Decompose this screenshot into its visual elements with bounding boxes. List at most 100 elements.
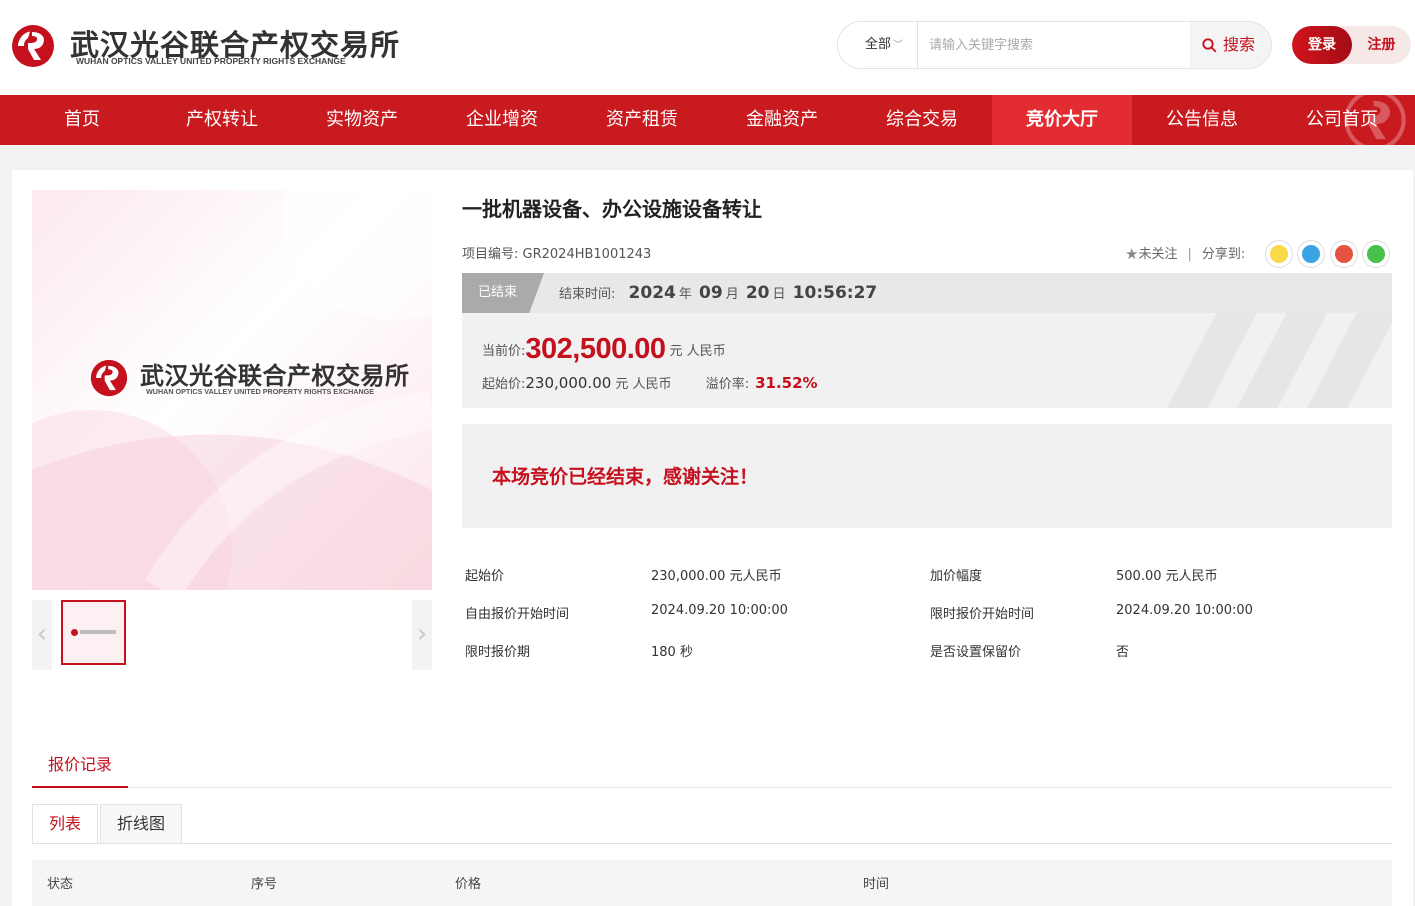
spec-value: 500.00 元人民币	[1116, 569, 1218, 584]
tab-bid-records[interactable]: 报价记录	[48, 751, 112, 775]
nav-item-home[interactable]: 首页	[12, 95, 152, 145]
divider	[32, 843, 1392, 844]
divider	[32, 787, 1392, 788]
end-month: 09	[699, 283, 723, 303]
thumbnail-strip: ‹ ›	[32, 600, 432, 670]
search-button-label: 搜索	[1223, 35, 1256, 54]
logo-english-name: WUHAN OPTICS VALLEY UNITED PROPERTY RIGH…	[76, 56, 346, 66]
thumbnail-next-button[interactable]: ›	[412, 600, 432, 670]
exchange-logo-icon	[12, 25, 54, 67]
share-label: 分享到:	[1201, 247, 1246, 262]
current-price-row: 当前价:302,500.00 元 人民币	[482, 333, 726, 366]
start-price: 230,000.00	[525, 374, 612, 392]
project-number-label: 项目编号:	[462, 247, 519, 262]
project-title: 一批机器设备、办公设施设备转让	[462, 197, 762, 221]
price-box: 当前价:302,500.00 元 人民币 起始价:230,000.00 元 人民币…	[462, 313, 1392, 408]
follow-label: 未关注	[1138, 247, 1178, 262]
table-header: 状态 序号 价格 时间	[32, 860, 1392, 906]
premium-label: 溢价率:	[705, 377, 750, 392]
auth-buttons: 登录 注册	[1292, 26, 1411, 64]
spec-label: 限时报价开始时间	[930, 607, 1035, 622]
login-button[interactable]: 登录	[1292, 26, 1352, 64]
spec-label: 限时报价期	[465, 645, 531, 660]
decorative-chevron	[1237, 313, 1327, 408]
end-day: 20	[745, 283, 770, 303]
auction-ended-box: 本场竞价已经结束，感谢关注！	[462, 424, 1392, 528]
spec-label: 起始价	[465, 569, 505, 584]
nav-item-physical-assets[interactable]: 实物资产	[292, 95, 432, 145]
auction-status-bar: 已结束 结束时间: 2024 年 09 月 20 日 10:56:27	[462, 273, 1392, 313]
follow-share-row: ★未关注 | 分享到:	[1125, 243, 1245, 263]
chevron-down-icon: ﹀	[893, 40, 904, 51]
end-time: 结束时间: 2024 年 09 月 20 日 10:56:27	[559, 273, 880, 315]
thumbnail-1[interactable]	[61, 600, 126, 665]
current-price-currency: 元 人民币	[669, 344, 726, 359]
nav-item-comprehensive-trading[interactable]: 综合交易	[852, 95, 992, 145]
exchange-logo-icon	[90, 359, 128, 397]
start-price-row: 起始价:230,000.00 元 人民币 溢价率: 31.52%	[482, 373, 818, 392]
spec-label: 加价幅度	[930, 569, 983, 584]
spec-value: 否	[1116, 645, 1130, 660]
register-button[interactable]: 注册	[1352, 26, 1411, 64]
site-logo[interactable]: 武汉光谷联合产权交易所 WUHAN OPTICS VALLEY UNITED P…	[10, 22, 399, 68]
nav-item-bidding-hall[interactable]: 竞价大厅	[992, 95, 1132, 145]
spec-value: 2024.09.20 10:00:00	[1116, 603, 1253, 618]
search-box: 全部﹀ 搜索	[837, 21, 1272, 69]
search-scope-label: 全部	[865, 37, 892, 52]
column-time: 时间	[863, 877, 890, 892]
status-badge: 已结束	[462, 273, 544, 313]
day-unit: 日	[772, 287, 786, 302]
image-chinese-name: 武汉光谷联合产权交易所	[140, 362, 410, 390]
spec-value: 180 秒	[651, 645, 693, 660]
project-number-value: GR2024HB1001243	[522, 247, 652, 262]
nav-item-company-home[interactable]: 公司首页	[1272, 95, 1412, 145]
column-price: 价格	[455, 877, 482, 892]
project-main-image[interactable]: 武汉光谷联合产权交易所 WUHAN OPTICS VALLEY UNITED P…	[32, 190, 432, 590]
end-time-label: 结束时间:	[559, 287, 616, 302]
thumbnail-logo-icon	[71, 629, 78, 636]
search-scope-select[interactable]: 全部 ﹀	[838, 22, 918, 68]
search-button[interactable]: 搜索	[1190, 22, 1271, 68]
qq-icon[interactable]	[1297, 240, 1325, 268]
main-nav: 首页 产权转让 实物资产 企业增资 资产租赁 金融资产 综合交易 竞价大厅 公告…	[0, 95, 1415, 145]
nav-item-asset-leasing[interactable]: 资产租赁	[572, 95, 712, 145]
follow-button[interactable]: ★未关注	[1125, 245, 1178, 263]
search-icon	[1202, 38, 1217, 53]
year-unit: 年	[678, 287, 692, 302]
active-tab-indicator	[32, 786, 128, 788]
wechat-icon[interactable]	[1362, 240, 1390, 268]
view-list-tab[interactable]: 列表	[32, 804, 98, 844]
nav-item-financial-assets[interactable]: 金融资产	[712, 95, 852, 145]
end-year: 2024	[628, 283, 676, 303]
decorative-chevron	[1307, 313, 1392, 408]
end-clock: 10:56:27	[792, 283, 878, 303]
thumbnail-text-mark	[80, 630, 116, 634]
start-price-label: 起始价:	[482, 377, 526, 392]
column-status: 状态	[47, 877, 74, 892]
decorative-chevron	[1167, 313, 1257, 408]
star-icon: ★	[1125, 245, 1139, 263]
premium-rate: 31.52%	[755, 374, 818, 392]
view-line-chart-tab[interactable]: 折线图	[100, 804, 182, 844]
separator: |	[1187, 247, 1192, 262]
month-unit: 月	[725, 287, 739, 302]
current-price: 302,500.00	[525, 333, 666, 365]
start-price-currency: 元 人民币	[615, 377, 672, 392]
weibo-icon[interactable]	[1330, 240, 1358, 268]
column-sequence: 序号	[251, 877, 278, 892]
spec-value: 230,000.00 元人民币	[651, 569, 782, 584]
spec-label: 自由报价开始时间	[465, 607, 570, 622]
thumbnail-prev-button[interactable]: ‹	[32, 600, 52, 670]
spec-label: 是否设置保留价	[930, 645, 1022, 660]
image-english-name: WUHAN OPTICS VALLEY UNITED PROPERTY RIGH…	[146, 387, 375, 396]
search-input[interactable]	[919, 22, 1189, 68]
premium-rate-group: 溢价率: 31.52%	[705, 374, 818, 392]
project-number: 项目编号: GR2024HB1001243	[462, 243, 651, 262]
nav-item-announcements[interactable]: 公告信息	[1132, 95, 1272, 145]
qzone-icon[interactable]	[1265, 240, 1293, 268]
nav-item-capital-increase[interactable]: 企业增资	[432, 95, 572, 145]
nav-item-property-transfer[interactable]: 产权转让	[152, 95, 292, 145]
current-price-label: 当前价:	[482, 344, 526, 359]
auction-ended-message: 本场竞价已经结束，感谢关注！	[492, 466, 759, 488]
spec-value: 2024.09.20 10:00:00	[651, 603, 788, 618]
